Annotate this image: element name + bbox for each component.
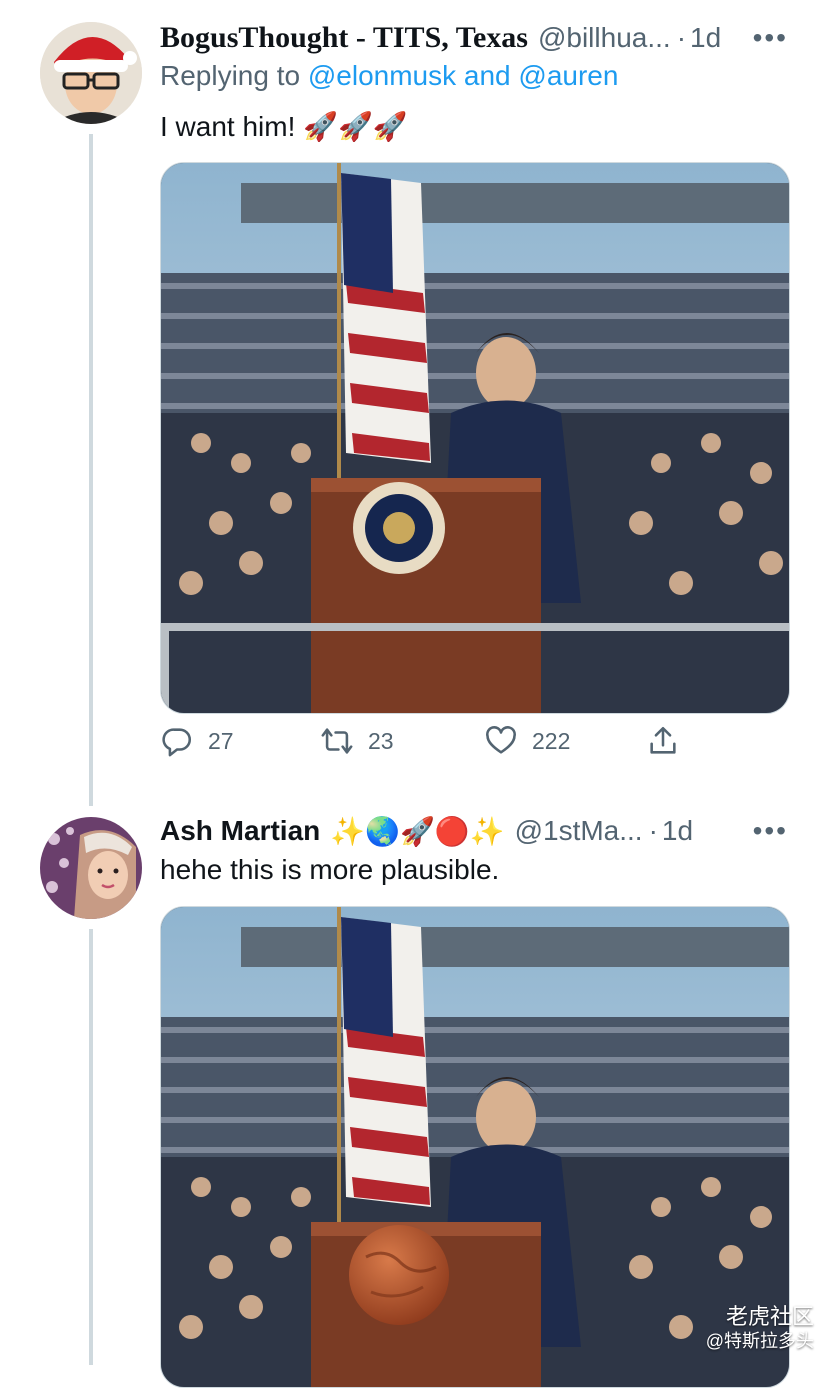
reply-users-link[interactable]: @elonmusk and @auren [308,60,619,91]
tweet-1[interactable]: BogusThought - TITS, Texas @billhua... ·… [0,0,828,806]
name-emojis: ✨🌏🚀🔴✨ [330,814,505,848]
stadium-speech-mars-photo [161,907,789,1387]
tweet-header: BogusThought - TITS, Texas @billhua... ·… [160,18,788,58]
share-button[interactable] [646,724,694,758]
stadium-speech-photo [161,163,789,713]
retweet-icon [321,728,353,754]
separator-dot: · [648,815,658,846]
watermark-handle: @特斯拉多头 [705,1331,814,1351]
user-handle[interactable]: @1stMa... [515,815,643,847]
tweet-actions: 27 23 222 [160,724,720,774]
thread-line [89,134,93,806]
share-icon [650,726,676,754]
retweet-count: 23 [368,727,394,754]
thread-line [89,929,93,1365]
retweet-button[interactable]: 23 [320,724,394,758]
display-name[interactable]: BogusThought - TITS, Texas [160,21,528,55]
avatar[interactable] [40,22,142,124]
tweet-text: I want him! 🚀🚀🚀 [160,110,408,143]
watermark-brand: 老虎社区 [725,1304,814,1329]
reply-count: 27 [208,727,234,754]
user-handle[interactable]: @billhua... [538,22,671,54]
avatar[interactable] [40,817,142,919]
reply-prefix: Replying to [160,60,301,91]
like-icon [486,726,516,754]
like-button[interactable]: 222 [484,724,570,758]
rocket-emojis: 🚀🚀🚀 [303,110,408,143]
tweet-image[interactable] [160,906,790,1388]
display-name[interactable]: Ash Martian [160,815,320,847]
watermark: 老虎社区 @特斯拉多头 [706,1305,814,1353]
avatar-image [40,22,142,124]
timestamp[interactable]: 1d [662,815,693,847]
more-options-icon[interactable]: ••• [753,815,788,847]
like-count: 222 [532,727,571,754]
more-options-icon[interactable]: ••• [753,22,788,54]
tweet-header: Ash Martian ✨🌏🚀🔴✨ @1stMa... · 1d ••• [160,811,788,851]
tweet-image[interactable] [160,162,790,714]
timestamp[interactable]: 1d [690,22,721,54]
separator-dot: · [676,22,687,53]
reply-icon [162,728,192,757]
avatar-image [40,817,142,919]
replying-to: Replying to @elonmusk and @auren [160,60,618,92]
tweet-2[interactable]: Ash Martian ✨🌏🚀🔴✨ @1stMa... · 1d ••• heh… [0,800,828,1388]
tweet-text: hehe this is more plausible. [160,854,500,885]
reply-button[interactable]: 27 [160,724,234,758]
tweet-text-content: I want him! [160,111,296,142]
